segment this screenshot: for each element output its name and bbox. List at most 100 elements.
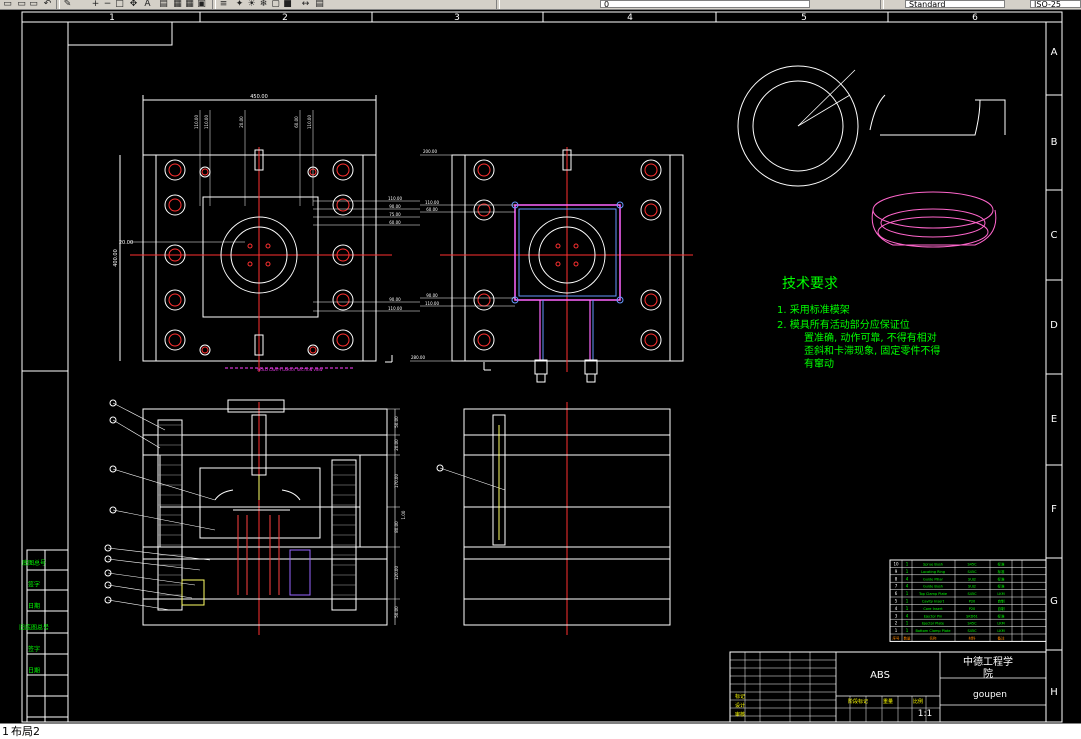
title-label-left: 标记: [735, 693, 745, 700]
title-label-left: 设计: [735, 702, 745, 709]
title-label-mid: 阶段标记: [848, 698, 868, 705]
title-part-name: goupen: [973, 690, 1007, 700]
border-row-label: G: [1050, 596, 1058, 607]
plan1-guide-hole-inner: [168, 163, 182, 177]
zoom-out-icon[interactable]: −: [102, 0, 113, 9]
bom-cell-no: 10: [893, 562, 899, 567]
layer-icon[interactable]: ▤: [158, 0, 169, 9]
plan2-guide-hole-inner: [477, 293, 491, 307]
zoom-in-icon[interactable]: +: [90, 0, 101, 9]
plan1-guide-hole-inner: [336, 293, 350, 307]
lightbulb-icon[interactable]: ✦: [234, 0, 245, 9]
undo-icon[interactable]: ↶: [42, 0, 53, 9]
border-row-label: F: [1051, 504, 1057, 515]
plan1-guide-hole: [332, 329, 354, 351]
zoom-window-icon[interactable]: □: [114, 0, 125, 9]
bom-cell-qty: 4: [906, 613, 909, 618]
bom-cell-note: 标准: [998, 569, 1006, 574]
paint-icon[interactable]: ✎: [62, 0, 73, 9]
plan2-pin: [573, 243, 579, 249]
section1-plate: [159, 506, 361, 548]
style-icon[interactable]: ▤: [314, 0, 325, 9]
bom-cell-note: LKM: [997, 622, 1004, 626]
section1-leader: [107, 558, 201, 571]
plan2-guide-hole: [640, 159, 662, 181]
plan1-guide-hole-inner: [336, 333, 350, 347]
color-icon[interactable]: ■: [282, 0, 293, 9]
section1-side-dim: 20.00: [394, 439, 399, 451]
border-row-label: E: [1051, 414, 1057, 425]
border-row-label: C: [1051, 230, 1058, 241]
plan2-guide-hole-inner: [644, 333, 658, 347]
lock-icon[interactable]: ▢: [270, 0, 281, 9]
dim-center-bottom: 90.00: [389, 297, 401, 302]
image-icon[interactable]: ▣: [196, 0, 207, 9]
dim-style-combo[interactable]: ISO-25: [1030, 0, 1081, 9]
text-style-combo[interactable]: Standard: [905, 0, 1005, 9]
text-icon[interactable]: A: [142, 0, 153, 9]
cooling-fitting: [536, 373, 546, 383]
sun-icon[interactable]: ☀: [246, 0, 257, 9]
section1-leader: [112, 419, 161, 449]
bom-cell-no: 1: [895, 628, 898, 633]
border-row-label: B: [1051, 137, 1058, 148]
bom-header-cell: 备注: [998, 636, 1006, 641]
section1-side-note: 1.00: [401, 510, 406, 519]
tech-line-3: 置准确, 动作可靠, 不得有相对: [804, 331, 937, 344]
dim-right-bottom: 280.00: [411, 355, 425, 360]
plan2-pin: [555, 243, 561, 249]
plan2-guide-hole: [473, 199, 495, 221]
snow-icon[interactable]: ❄: [258, 0, 269, 9]
bom-cell-qty: 1: [906, 591, 909, 596]
title-scale: 1:1: [918, 709, 932, 719]
plan2-guide-hole-inner: [477, 163, 491, 177]
cooling-fitting: [534, 359, 548, 375]
pan-icon[interactable]: ✥: [128, 0, 139, 9]
bom-cell-no: 4: [895, 606, 898, 611]
plan1-guide-hole: [332, 159, 354, 181]
bom-cell-no: 5: [895, 599, 898, 604]
bom-cell-qty: 4: [906, 576, 909, 581]
border-column-label: 1: [109, 13, 115, 23]
bom-cell-qty: 1: [906, 606, 909, 611]
plan1-pin: [247, 261, 253, 267]
bom-cell-note: LKM: [997, 592, 1004, 596]
border-column-label: 3: [454, 13, 460, 23]
dim-left-height: 400.00: [113, 249, 119, 267]
layers-icon[interactable]: ≡: [218, 0, 229, 9]
section1-leader: [439, 467, 506, 491]
tab-layout-2[interactable]: 布局2: [11, 724, 40, 739]
title-label-left: 审核: [735, 711, 745, 718]
open-icon[interactable]: ▭: [2, 0, 13, 9]
bom-cell-material: S45C: [967, 592, 977, 596]
plan2-guide-hole-inner: [644, 163, 658, 177]
dimension-icon[interactable]: ↔: [300, 0, 311, 9]
bom-cell-name: Guide Pillar: [923, 577, 943, 581]
section1-side-dim: 120.00: [394, 566, 399, 580]
print-icon[interactable]: ▭: [28, 0, 39, 9]
section1-cavity: [199, 467, 321, 539]
plan2-pin: [555, 261, 561, 267]
border-row-label: A: [1051, 47, 1058, 58]
drawing-canvas[interactable]: 1 2 3 4 5 6 A B C D E F G H 底图总号 签字 日期 旧底图总号 签字 日期 450.00 400…: [0, 10, 1081, 723]
bom-cell-no: 7: [895, 584, 898, 589]
bom-cell-note: LKM: [997, 629, 1004, 633]
dim-top-width: 450.00: [250, 94, 268, 100]
properties-icon[interactable]: ▦: [172, 0, 183, 9]
bom-cell-no: 3: [895, 613, 898, 618]
section1-plate: [159, 454, 361, 508]
layer-combo[interactable]: 0: [600, 0, 810, 9]
bom-cell-note: 标准: [998, 576, 1006, 581]
plan1-screw-inner: [309, 346, 317, 354]
bom-cell-name: Ejector Plate: [922, 622, 944, 626]
plan1-guide-hole-inner: [336, 163, 350, 177]
plan1-guide-hole: [164, 329, 186, 351]
table-icon[interactable]: ▦: [184, 0, 195, 9]
section1-side-dim: 50.00: [394, 606, 399, 618]
section1-locating-ring: [227, 399, 285, 413]
save-icon[interactable]: ▭: [16, 0, 27, 9]
bom-cell-name: Core Insert: [923, 607, 943, 611]
section1-leader: [107, 584, 193, 599]
iso-bowl-inner: [880, 208, 986, 238]
left-stamp-label: 签字: [28, 581, 40, 589]
